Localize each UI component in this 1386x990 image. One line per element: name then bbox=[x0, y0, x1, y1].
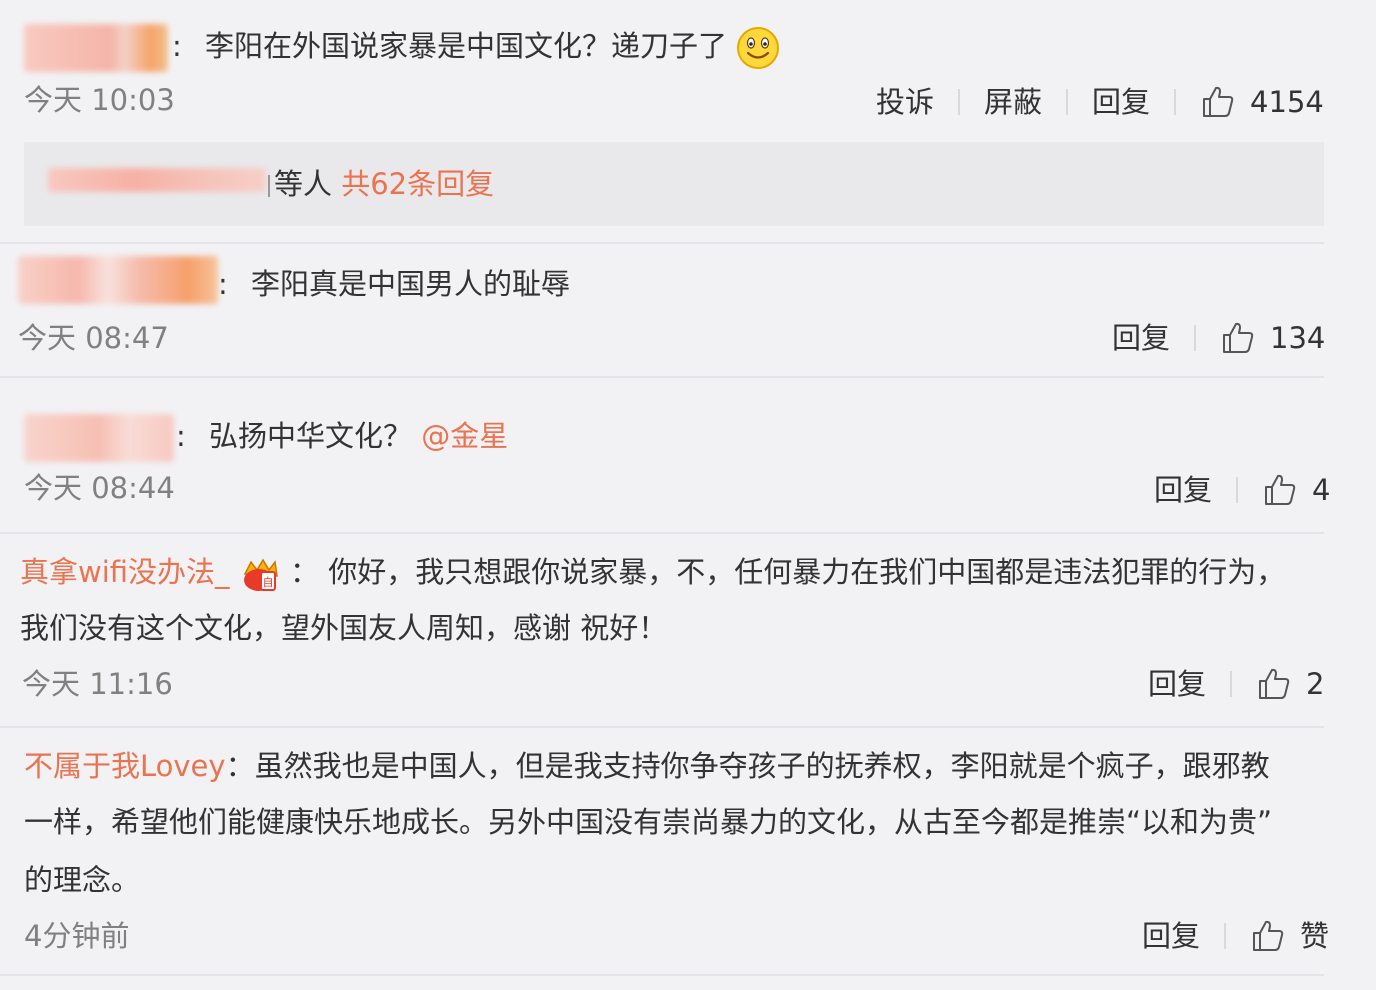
action-divider bbox=[1230, 671, 1233, 697]
comment-actions: 投诉 屏蔽 回复 4154 bbox=[876, 84, 1324, 120]
comment-divider bbox=[0, 974, 1324, 976]
mention-link[interactable]: @金星 bbox=[421, 419, 508, 453]
comment-text-line-1: 真拿wifi没办法_ 自 ： 你好，我只想跟你说家暴，不，任何暴力在我们中国都是… bbox=[20, 552, 1285, 594]
thumbs-up-icon bbox=[1259, 668, 1290, 699]
username-link[interactable]: 真拿wifi没办法_ bbox=[20, 555, 230, 589]
reply-button[interactable]: 回复 bbox=[1154, 472, 1212, 508]
comment-actions: 回复 134 bbox=[1112, 320, 1325, 356]
comment-time: 今天 11:16 bbox=[22, 667, 173, 701]
like-count: 4 bbox=[1312, 473, 1331, 507]
comment-actions: 回复 2 bbox=[1148, 666, 1324, 702]
comment-text-line-2: 一样，希望他们能健康快乐地成长。另外中国没有崇尚暴力的文化，从古至今都是推崇“以… bbox=[24, 805, 1273, 839]
action-divider bbox=[1066, 89, 1069, 115]
reply-button[interactable]: 回复 bbox=[1142, 918, 1200, 954]
blurred-username[interactable] bbox=[24, 414, 174, 462]
comment-text: : 李阳真是中国男人的耻辱 bbox=[218, 264, 570, 304]
replies-prefix: 等人 bbox=[274, 167, 333, 201]
comment-body: 虽然我也是中国人，但是我支持你争夺孩子的抚养权，李阳就是个疯子，跟邪教 bbox=[254, 749, 1270, 783]
like-button[interactable]: 4 bbox=[1262, 472, 1330, 508]
name-separator: : bbox=[172, 29, 182, 63]
comment-time: 今天 08:47 bbox=[18, 321, 169, 355]
comment-body: 李阳在外国说家暴是中国文化？递刀子了 bbox=[205, 29, 728, 63]
report-button[interactable]: 投诉 bbox=[876, 84, 934, 120]
like-count: 2 bbox=[1306, 667, 1325, 701]
scroll-edge bbox=[1376, 0, 1386, 990]
username-link[interactable]: 不属于我Lovey bbox=[24, 749, 226, 783]
smile-emoji-icon bbox=[737, 27, 780, 69]
comment-list: : 李阳在外国说家暴是中国文化？递刀子了 今天 10:03 投诉 屏蔽 回复 4… bbox=[0, 0, 1386, 990]
comment-body: 李阳真是中国男人的耻辱 bbox=[251, 267, 571, 301]
action-divider bbox=[1236, 477, 1239, 503]
reply-button[interactable]: 回复 bbox=[1112, 320, 1170, 356]
comment-text: : 弘扬中华文化？ @金星 bbox=[176, 416, 508, 456]
comment-divider bbox=[0, 376, 1324, 378]
action-divider bbox=[1194, 325, 1197, 351]
blurred-username[interactable] bbox=[24, 24, 168, 72]
view-all-replies-link[interactable]: 共62条回复 bbox=[341, 167, 494, 201]
reply-button[interactable]: 回复 bbox=[1092, 84, 1150, 120]
comment-body: 你好，我只想跟你说家暴，不，任何暴力在我们中国都是违法犯罪的行为， bbox=[328, 555, 1286, 589]
name-separator: ： bbox=[225, 749, 255, 783]
text-cursor bbox=[268, 175, 270, 197]
like-count: 4154 bbox=[1250, 85, 1324, 119]
reply-button[interactable]: 回复 bbox=[1148, 666, 1206, 702]
action-divider bbox=[1224, 923, 1227, 949]
like-button[interactable]: 2 bbox=[1256, 666, 1324, 702]
replies-summary[interactable]: 等人 共62条回复 bbox=[24, 142, 1324, 226]
thumbs-up-icon bbox=[1265, 474, 1296, 505]
comment-divider bbox=[0, 532, 1324, 534]
blurred-replier-names bbox=[48, 168, 266, 192]
thumbs-up-icon bbox=[1253, 920, 1284, 951]
comment-time: 4分钟前 bbox=[24, 919, 130, 953]
comment-text-line-1: 不属于我Lovey：虽然我也是中国人，但是我支持你争夺孩子的抚养权，李阳就是个疯… bbox=[24, 746, 1270, 786]
replies-summary-text: 等人 共62条回复 bbox=[268, 164, 494, 204]
crown-badge-icon[interactable]: 自 bbox=[239, 554, 281, 594]
comment-divider bbox=[0, 726, 1324, 728]
comment-text-line-3: 的理念。 bbox=[24, 863, 141, 897]
name-separator: : bbox=[218, 267, 228, 301]
like-button[interactable]: 4154 bbox=[1200, 84, 1324, 120]
block-button[interactable]: 屏蔽 bbox=[984, 84, 1042, 120]
name-separator: ： bbox=[289, 555, 319, 589]
name-separator: : bbox=[176, 419, 186, 453]
comment-divider bbox=[0, 242, 1324, 244]
like-button[interactable]: 134 bbox=[1220, 320, 1325, 356]
comment-time: 今天 10:03 bbox=[24, 83, 175, 117]
like-count: 134 bbox=[1270, 321, 1326, 355]
action-divider bbox=[1174, 89, 1177, 115]
comment-actions: 回复 4 bbox=[1154, 472, 1330, 508]
blurred-username[interactable] bbox=[18, 256, 218, 304]
comment-time: 今天 08:44 bbox=[24, 471, 175, 505]
thumbs-up-icon bbox=[1203, 86, 1234, 117]
like-label: 赞 bbox=[1300, 919, 1330, 953]
comment-text-line-2: 我们没有这个文化，望外国友人周知，感谢 祝好！ bbox=[20, 611, 668, 645]
comment-text: : 李阳在外国说家暴是中国文化？递刀子了 bbox=[172, 26, 780, 70]
comment-body: 弘扬中华文化？ bbox=[209, 419, 413, 453]
like-button[interactable]: 赞 bbox=[1250, 918, 1329, 954]
action-divider bbox=[958, 89, 961, 115]
svg-text:自: 自 bbox=[262, 576, 273, 589]
thumbs-up-icon bbox=[1223, 322, 1254, 353]
comment-actions: 回复 赞 bbox=[1142, 918, 1329, 954]
